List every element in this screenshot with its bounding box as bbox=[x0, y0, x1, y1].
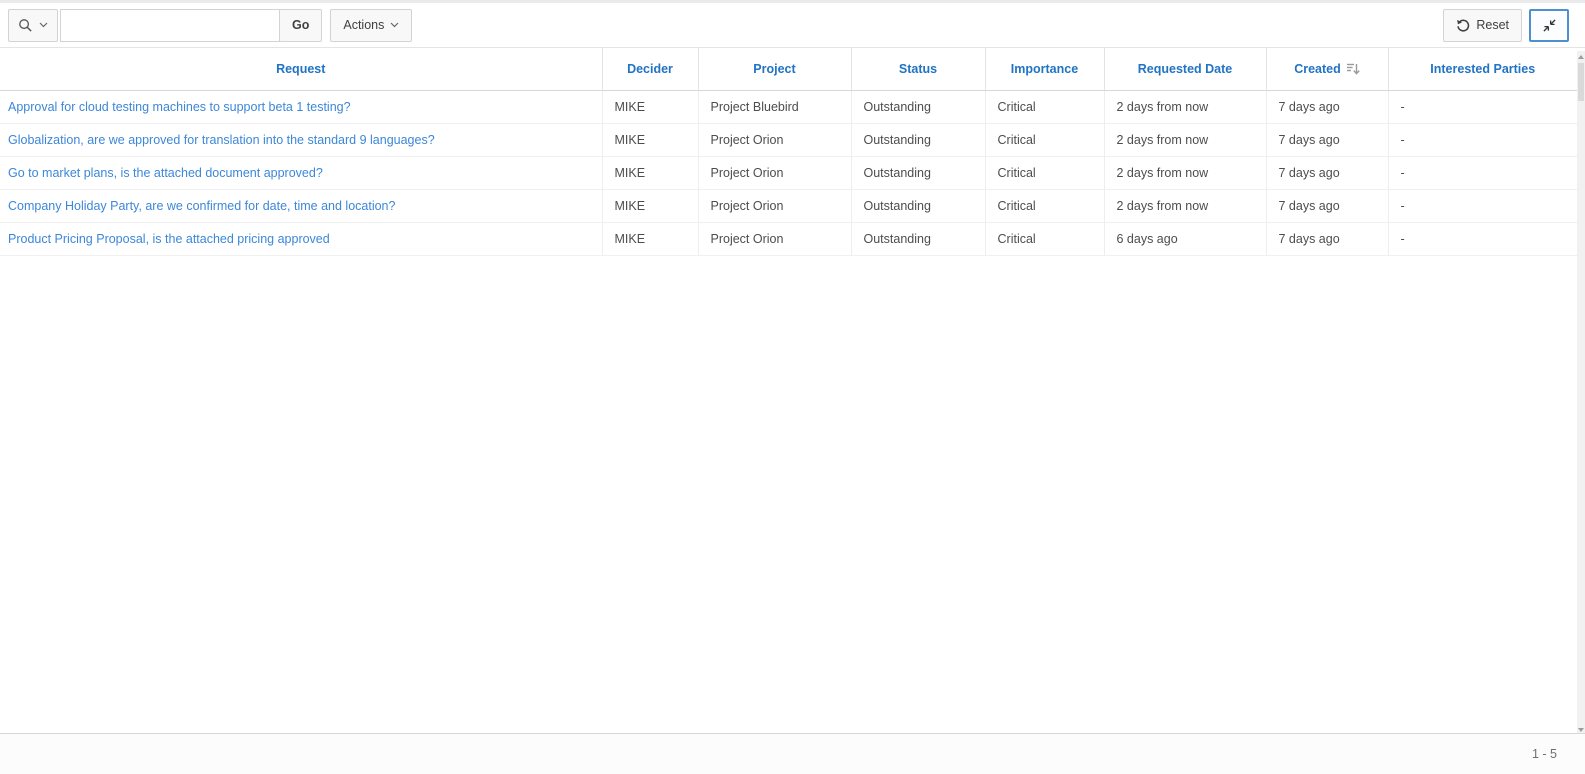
report-footer: 1 - 5 bbox=[0, 733, 1585, 774]
column-header-status[interactable]: Status bbox=[851, 48, 985, 90]
cell-importance: Critical bbox=[985, 90, 1104, 123]
cell-decider: MIKE bbox=[602, 123, 698, 156]
report-grid: Request Decider Project Status Importanc… bbox=[0, 48, 1585, 256]
scrollbar-thumb[interactable] bbox=[1578, 63, 1584, 101]
report-search-input[interactable] bbox=[60, 9, 280, 42]
column-header-label: Requested Date bbox=[1138, 62, 1232, 76]
table-row: Company Holiday Party, are we confirmed … bbox=[0, 189, 1577, 222]
cell-status: Outstanding bbox=[851, 189, 985, 222]
cell-decider: MIKE bbox=[602, 90, 698, 123]
cell-decider: MIKE bbox=[602, 222, 698, 255]
table-row: Product Pricing Proposal, is the attache… bbox=[0, 222, 1577, 255]
request-link[interactable]: Go to market plans, is the attached docu… bbox=[8, 166, 323, 180]
cell-project: Project Orion bbox=[698, 156, 851, 189]
column-header-interested-parties[interactable]: Interested Parties bbox=[1388, 48, 1577, 90]
column-header-label: Request bbox=[276, 62, 325, 76]
cell-request: Product Pricing Proposal, is the attache… bbox=[0, 222, 602, 255]
toolbar-right-group: Reset bbox=[1443, 9, 1569, 42]
cell-project: Project Bluebird bbox=[698, 90, 851, 123]
column-header-label: Decider bbox=[627, 62, 673, 76]
chevron-down-icon bbox=[390, 22, 399, 28]
collapse-restore-icon bbox=[1542, 18, 1557, 33]
column-header-importance[interactable]: Importance bbox=[985, 48, 1104, 90]
cell-requested-date: 6 days ago bbox=[1104, 222, 1266, 255]
column-header-label: Status bbox=[899, 62, 937, 76]
cell-project: Project Orion bbox=[698, 123, 851, 156]
column-header-label: Interested Parties bbox=[1430, 62, 1535, 76]
column-header-project[interactable]: Project bbox=[698, 48, 851, 90]
column-header-label: Created bbox=[1294, 62, 1341, 76]
cell-interested-parties: - bbox=[1388, 156, 1577, 189]
report-toolbar: Go Actions Reset bbox=[0, 3, 1585, 48]
table-row: Go to market plans, is the attached docu… bbox=[0, 156, 1577, 189]
cell-importance: Critical bbox=[985, 123, 1104, 156]
cell-status: Outstanding bbox=[851, 123, 985, 156]
scrollbar-down-arrow-icon[interactable] bbox=[1578, 728, 1584, 732]
interactive-report-region: Go Actions Reset bbox=[0, 0, 1585, 774]
cell-requested-date: 2 days from now bbox=[1104, 123, 1266, 156]
cell-project: Project Orion bbox=[698, 189, 851, 222]
cell-request: Go to market plans, is the attached docu… bbox=[0, 156, 602, 189]
cell-created: 7 days ago bbox=[1266, 156, 1388, 189]
cell-project: Project Orion bbox=[698, 222, 851, 255]
request-link[interactable]: Company Holiday Party, are we confirmed … bbox=[8, 199, 395, 213]
column-header-requested-date[interactable]: Requested Date bbox=[1104, 48, 1266, 90]
cell-created: 7 days ago bbox=[1266, 123, 1388, 156]
cell-decider: MIKE bbox=[602, 156, 698, 189]
cell-created: 7 days ago bbox=[1266, 189, 1388, 222]
table-body: Approval for cloud testing machines to s… bbox=[0, 90, 1577, 255]
chevron-down-icon bbox=[39, 22, 48, 28]
cell-request: Globalization, are we approved for trans… bbox=[0, 123, 602, 156]
column-header-decider[interactable]: Decider bbox=[602, 48, 698, 90]
pagination-range-label: 1 - 5 bbox=[1532, 747, 1557, 761]
table-header-row: Request Decider Project Status Importanc… bbox=[0, 48, 1577, 90]
column-header-label: Importance bbox=[1011, 62, 1078, 76]
cell-importance: Critical bbox=[985, 222, 1104, 255]
cell-request: Company Holiday Party, are we confirmed … bbox=[0, 189, 602, 222]
cell-interested-parties: - bbox=[1388, 123, 1577, 156]
sort-descending-icon bbox=[1346, 62, 1360, 76]
column-header-label: Project bbox=[753, 62, 795, 76]
reset-button-label: Reset bbox=[1476, 18, 1509, 32]
cell-interested-parties: - bbox=[1388, 90, 1577, 123]
actions-menu-button[interactable]: Actions bbox=[330, 9, 412, 42]
table-row: Approval for cloud testing machines to s… bbox=[0, 90, 1577, 123]
table-row: Globalization, are we approved for trans… bbox=[0, 123, 1577, 156]
cell-decider: MIKE bbox=[602, 189, 698, 222]
cell-interested-parties: - bbox=[1388, 189, 1577, 222]
restore-region-size-button[interactable] bbox=[1529, 9, 1569, 42]
cell-status: Outstanding bbox=[851, 156, 985, 189]
cell-requested-date: 2 days from now bbox=[1104, 90, 1266, 123]
cell-created: 7 days ago bbox=[1266, 222, 1388, 255]
scrollbar-up-arrow-icon[interactable] bbox=[1578, 55, 1584, 59]
cell-requested-date: 2 days from now bbox=[1104, 156, 1266, 189]
column-header-request[interactable]: Request bbox=[0, 48, 602, 90]
cell-status: Outstanding bbox=[851, 222, 985, 255]
actions-button-label: Actions bbox=[343, 18, 384, 32]
cell-status: Outstanding bbox=[851, 90, 985, 123]
reset-button[interactable]: Reset bbox=[1443, 9, 1522, 42]
request-link[interactable]: Approval for cloud testing machines to s… bbox=[8, 100, 351, 114]
search-column-selector-button[interactable] bbox=[8, 9, 58, 42]
reset-undo-icon bbox=[1456, 18, 1470, 32]
vertical-scrollbar[interactable] bbox=[1577, 51, 1585, 736]
request-link[interactable]: Product Pricing Proposal, is the attache… bbox=[8, 232, 330, 246]
request-link[interactable]: Globalization, are we approved for trans… bbox=[8, 133, 435, 147]
go-button[interactable]: Go bbox=[279, 9, 322, 42]
cell-importance: Critical bbox=[985, 156, 1104, 189]
cell-requested-date: 2 days from now bbox=[1104, 189, 1266, 222]
cell-importance: Critical bbox=[985, 189, 1104, 222]
cell-request: Approval for cloud testing machines to s… bbox=[0, 90, 602, 123]
cell-interested-parties: - bbox=[1388, 222, 1577, 255]
column-header-created[interactable]: Created bbox=[1266, 48, 1388, 90]
cell-created: 7 days ago bbox=[1266, 90, 1388, 123]
search-icon bbox=[18, 18, 33, 33]
